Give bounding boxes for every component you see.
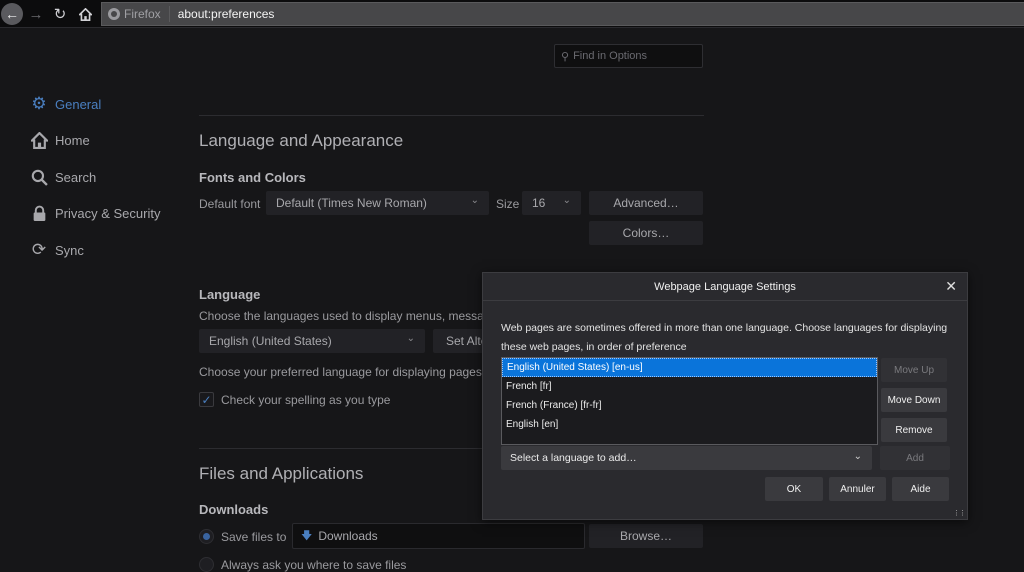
dialog-title: Webpage Language Settings	[483, 273, 967, 301]
remove-button[interactable]: Remove	[881, 418, 947, 442]
add-language-placeholder: Select a language to add…	[510, 452, 637, 464]
sidebar-item-label: Search	[55, 169, 97, 185]
add-button[interactable]: Add	[880, 446, 950, 470]
default-font-label: Default font	[199, 197, 261, 211]
arrow-right-icon: →	[28, 5, 44, 23]
language-list-item[interactable]: English [en]	[502, 415, 877, 434]
fonts-colors-heading: Fonts and Colors	[199, 170, 306, 185]
help-button[interactable]: Aide	[892, 477, 949, 501]
move-up-button[interactable]: Move Up	[881, 358, 947, 382]
ui-language-value: English (United States)	[209, 334, 332, 348]
gear-icon: ⚙	[31, 94, 47, 114]
font-size-value: 16	[532, 196, 546, 210]
download-folder-value: Downloads	[318, 529, 378, 543]
close-icon[interactable]: ✕	[945, 278, 957, 295]
sidebar-item-label: General	[55, 96, 102, 112]
download-arrow-icon: 🡇	[301, 529, 313, 542]
add-language-select[interactable]: Select a language to add… ⌄	[501, 446, 872, 470]
firefox-logo-icon	[108, 8, 120, 20]
downloads-heading: Downloads	[199, 502, 269, 517]
sidebar-item-general[interactable]: ⚙ General	[30, 86, 160, 123]
language-list[interactable]: English (United States) [en-us] French […	[501, 357, 878, 445]
sidebar-item-label: Home	[55, 133, 90, 149]
sidebar-item-label: Privacy & Security	[55, 206, 161, 222]
sidebar-item-privacy-security[interactable]: Privacy & Security	[30, 196, 160, 233]
save-files-label: Save files to	[221, 530, 287, 544]
resize-grip-icon[interactable]: ⋮⋮	[953, 509, 966, 517]
identity-label: Firefox	[124, 7, 161, 21]
save-files-radio[interactable]	[199, 529, 214, 544]
language-description: Choose the languages used to display men…	[199, 309, 507, 323]
chevron-down-icon: ⌄	[470, 195, 479, 206]
sidebar: ⚙ General Home Search Privacy & Security…	[30, 86, 160, 269]
advanced-fonts-button[interactable]: Advanced…	[589, 191, 703, 215]
url-bar[interactable]: Firefox about:preferences	[101, 2, 1024, 26]
home-icon	[30, 132, 48, 150]
move-down-button[interactable]: Move Down	[881, 388, 947, 412]
sync-icon: ⟳	[31, 240, 47, 260]
browser-toolbar: ← → ↻ Firefox about:preferences	[0, 0, 1024, 28]
arrow-left-icon: ←	[5, 6, 19, 22]
ok-button[interactable]: OK	[765, 477, 823, 501]
reload-icon: ↻	[53, 6, 67, 23]
dialog-description: Web pages are sometimes offered in more …	[501, 322, 948, 353]
spellcheck-label: Check your spelling as you type	[221, 393, 391, 407]
spellcheck-checkbox[interactable]: ✓	[199, 392, 214, 407]
language-list-item[interactable]: English (United States) [en-us]	[502, 358, 877, 377]
preferred-pages-label: Choose your preferred language for displ…	[199, 365, 482, 379]
always-ask-label: Always ask you where to save files	[221, 558, 407, 572]
size-label: Size	[496, 197, 520, 211]
default-font-value: Default (Times New Roman)	[276, 196, 427, 210]
webpage-language-dialog: Webpage Language Settings ✕ Web pages ar…	[482, 272, 968, 520]
language-list-item[interactable]: French (France) [fr-fr]	[502, 396, 877, 415]
always-ask-radio[interactable]	[199, 557, 214, 572]
lock-icon	[30, 205, 48, 223]
section-divider	[199, 115, 704, 116]
colors-button[interactable]: Colors…	[589, 221, 703, 245]
search-placeholder: Find in Options	[573, 50, 648, 62]
reload-button[interactable]: ↻	[48, 2, 72, 26]
checkmark-icon: ✓	[201, 392, 212, 407]
language-heading: Language	[199, 287, 261, 302]
cancel-button[interactable]: Annuler	[829, 477, 886, 501]
find-in-options-input[interactable]: ⚲ Find in Options	[554, 44, 703, 68]
section-title-language-appearance: Language and Appearance	[199, 131, 404, 150]
url-text[interactable]: about:preferences	[170, 7, 275, 21]
search-icon	[30, 168, 48, 186]
sidebar-item-label: Sync	[55, 242, 84, 258]
font-size-select[interactable]: 16 ⌄	[522, 191, 581, 215]
back-button[interactable]: ←	[1, 3, 23, 25]
section-title-files-applications: Files and Applications	[199, 464, 364, 483]
language-list-item[interactable]: French [fr]	[502, 377, 877, 396]
forward-button[interactable]: →	[24, 2, 48, 26]
chevron-down-icon: ⌄	[853, 451, 862, 462]
sidebar-item-search[interactable]: Search	[30, 159, 160, 196]
site-identity[interactable]: Firefox	[102, 6, 170, 22]
default-font-select[interactable]: Default (Times New Roman) ⌄	[266, 191, 489, 215]
home-button[interactable]	[73, 2, 97, 26]
ui-language-select[interactable]: English (United States) ⌄	[199, 329, 425, 353]
sidebar-item-sync[interactable]: ⟳ Sync	[30, 232, 160, 269]
sidebar-item-home[interactable]: Home	[30, 123, 160, 160]
browse-button[interactable]: Browse…	[589, 524, 703, 548]
search-icon: ⚲	[561, 50, 570, 63]
chevron-down-icon: ⌄	[406, 333, 415, 344]
chevron-down-icon: ⌄	[562, 195, 571, 206]
home-icon	[78, 7, 92, 21]
download-folder-field[interactable]: 🡇 Downloads	[292, 523, 585, 549]
